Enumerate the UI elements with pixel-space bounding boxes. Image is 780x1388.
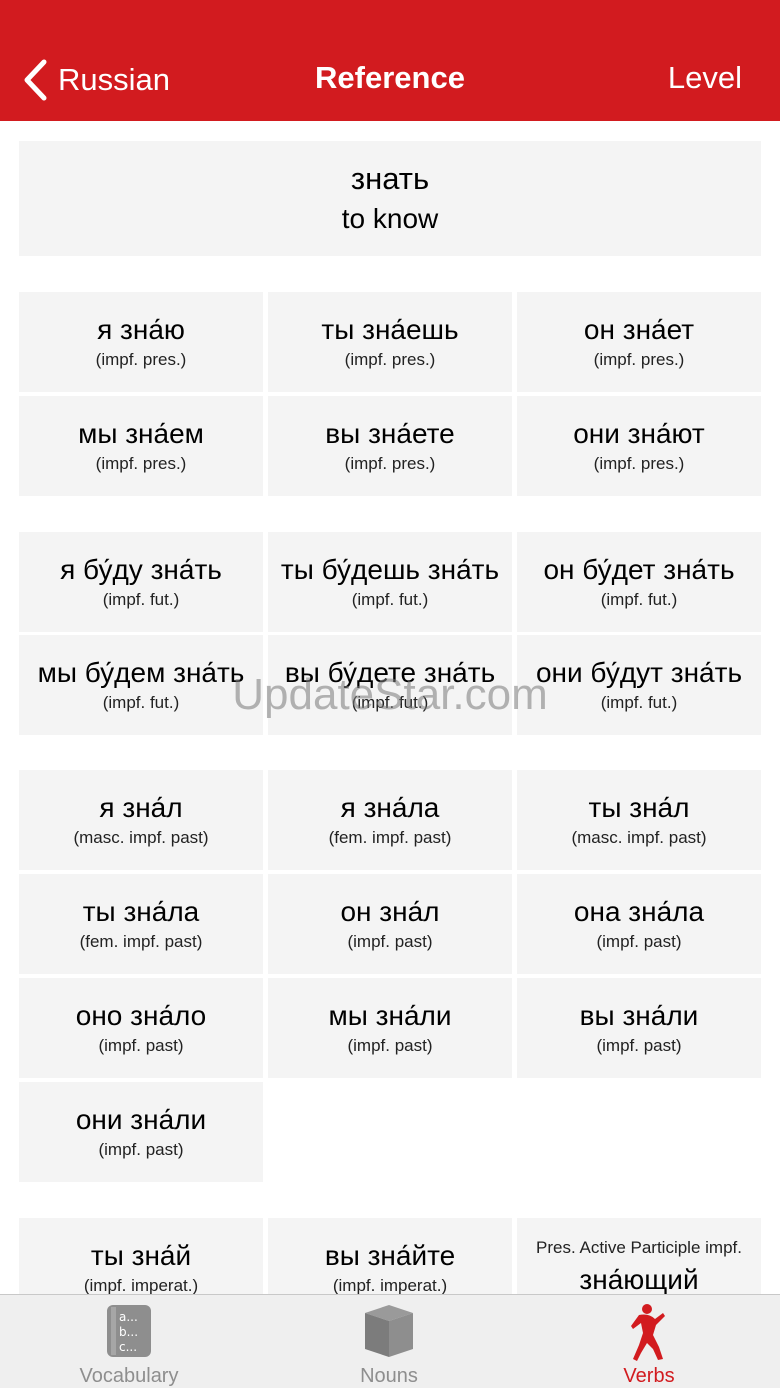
conjugation-label: (impf. past)	[347, 932, 433, 951]
conjugation-form: он зна́ет	[583, 314, 695, 345]
svg-text:c...: c...	[119, 1340, 137, 1354]
conjugation-cell[interactable]: вы зна́йте (impf. imperat.)	[268, 1218, 512, 1294]
conjugation-form: ты зна́л	[588, 792, 690, 823]
conjugation-label: (impf. imperat.)	[83, 1276, 199, 1294]
conjugation-label: (impf. fut.)	[600, 590, 678, 609]
verbs-icon	[631, 1304, 665, 1361]
nouns-icon	[365, 1305, 413, 1357]
conjugation-cell[interactable]: он бу́дет зна́ть (impf. fut.)	[517, 532, 761, 632]
conjugation-form: ты зна́й	[90, 1240, 192, 1271]
tab-label: Nouns	[360, 1365, 418, 1387]
conjugation-form: вы зна́ете	[325, 418, 455, 449]
conjugation-form: вы бу́дете зна́ть	[284, 657, 496, 688]
tab-label: Verbs	[623, 1365, 675, 1387]
conjugation-form: они зна́ли	[75, 1104, 207, 1135]
svg-text:b...: b...	[119, 1325, 138, 1339]
participle-form: зна́ющий	[579, 1264, 699, 1294]
conjugation-form: она зна́ла	[573, 896, 705, 927]
conjugation-label: (impf. pres.)	[593, 350, 685, 369]
page-title: Reference	[315, 60, 465, 95]
conjugation-label: (impf. pres.)	[95, 350, 187, 369]
conjugation-label: (impf. past)	[347, 1036, 433, 1055]
tab-nouns[interactable]: Nouns	[289, 1295, 489, 1388]
conjugation-form: мы зна́ли	[328, 1000, 452, 1031]
conjugation-form: мы бу́дем зна́ть	[37, 657, 245, 688]
verb-infinitive: знать	[350, 161, 430, 196]
conjugation-cell[interactable]: ты зна́ешь (impf. pres.)	[268, 292, 512, 392]
verb-header-card: знать to know	[19, 141, 761, 256]
conjugation-cell[interactable]: оно зна́ло (impf. past)	[19, 978, 263, 1078]
vocabulary-icon: a... b... c...	[107, 1305, 151, 1357]
conjugation-label: (impf. fut.)	[351, 693, 429, 712]
conjugation-form: ты зна́ла	[82, 896, 200, 927]
conjugation-cell[interactable]: они бу́дут зна́ть (impf. fut.)	[517, 635, 761, 735]
conjugation-label: (impf. fut.)	[102, 693, 180, 712]
conjugation-cell[interactable]: вы зна́ете (impf. pres.)	[268, 396, 512, 496]
conjugation-label: (impf. past)	[596, 1036, 682, 1055]
conjugation-form: они зна́ют	[573, 418, 705, 449]
conjugation-label: (impf. pres.)	[593, 454, 685, 473]
conjugation-label: (fem. impf. past)	[79, 932, 203, 951]
conjugation-label: (impf. pres.)	[95, 454, 187, 473]
conjugation-cell[interactable]: они зна́ли (impf. past)	[19, 1082, 263, 1182]
conjugation-cell[interactable]: он зна́ет (impf. pres.)	[517, 292, 761, 392]
conjugation-label: (impf. past)	[596, 932, 682, 951]
conjugation-form: он бу́дет зна́ть	[543, 554, 735, 585]
tab-verbs[interactable]: Verbs	[549, 1295, 749, 1388]
conjugation-cell[interactable]: ты зна́й (impf. imperat.)	[19, 1218, 263, 1294]
conjugation-cell[interactable]: мы зна́ем (impf. pres.)	[19, 396, 263, 496]
conjugation-form: ты зна́ешь	[321, 314, 459, 345]
conjugation-form: оно зна́ло	[75, 1000, 207, 1031]
conjugation-label: (impf. past)	[98, 1036, 184, 1055]
level-button[interactable]: Level	[668, 60, 742, 96]
participle-cell[interactable]: Pres. Active Participle impf. зна́ющий	[517, 1218, 761, 1294]
conjugation-cell[interactable]: она зна́ла (impf. past)	[517, 874, 761, 974]
conjugation-label: (impf. pres.)	[344, 350, 436, 369]
conjugation-cell[interactable]: вы бу́дете зна́ть (impf. fut.)	[268, 635, 512, 735]
conjugation-cell[interactable]: мы зна́ли (impf. past)	[268, 978, 512, 1078]
conjugation-label: (impf. fut.)	[600, 693, 678, 712]
conjugation-cell[interactable]: ты зна́л (masc. impf. past)	[517, 770, 761, 870]
conjugation-cell[interactable]: он зна́л (impf. past)	[268, 874, 512, 974]
participle-label: Pres. Active Participle impf.	[536, 1238, 742, 1257]
conjugation-form: вы зна́ли	[579, 1000, 699, 1031]
conjugation-cell[interactable]: я зна́л (masc. impf. past)	[19, 770, 263, 870]
conjugation-cell[interactable]: вы зна́ли (impf. past)	[517, 978, 761, 1078]
conjugation-form: вы зна́йте	[324, 1240, 456, 1271]
svg-text:a...: a...	[119, 1310, 138, 1324]
conjugation-form: он зна́л	[340, 896, 440, 927]
tab-label: Vocabulary	[79, 1365, 179, 1387]
conjugation-cell[interactable]: мы бу́дем зна́ть (impf. fut.)	[19, 635, 263, 735]
conjugation-label: (impf. pres.)	[344, 454, 436, 473]
conjugation-label: (impf. fut.)	[102, 590, 180, 609]
conjugation-form: мы зна́ем	[78, 418, 204, 449]
conjugation-form: я зна́л	[99, 792, 183, 823]
reference-content[interactable]: знать to know я зна́ю (impf. pres.) ты з…	[0, 121, 780, 1294]
tab-vocabulary[interactable]: a... b... c... Vocabulary	[29, 1295, 229, 1388]
conjugation-form: я зна́ю	[97, 314, 185, 345]
conjugation-form: они бу́дут зна́ть	[535, 657, 743, 688]
verb-translation: to know	[341, 203, 439, 234]
tab-bar: a... b... c... Vocabulary Nouns Verbs	[0, 1294, 780, 1388]
conjugation-label: (impf. imperat.)	[332, 1276, 448, 1294]
conjugation-label: (impf. past)	[98, 1140, 184, 1159]
conjugation-form: ты бу́дешь зна́ть	[280, 554, 500, 585]
conjugation-form: я бу́ду зна́ть	[60, 554, 222, 585]
conjugation-label: (masc. impf. past)	[73, 828, 209, 847]
conjugation-cell[interactable]: я бу́ду зна́ть (impf. fut.)	[19, 532, 263, 632]
conjugation-label: (fem. impf. past)	[328, 828, 452, 847]
conjugation-form: я зна́ла	[340, 792, 440, 823]
conjugation-label: (masc. impf. past)	[571, 828, 707, 847]
conjugation-cell[interactable]: ты бу́дешь зна́ть (impf. fut.)	[268, 532, 512, 632]
navigation-bar: Russian Reference Level	[0, 0, 780, 121]
conjugation-label: (impf. fut.)	[351, 590, 429, 609]
conjugation-cell[interactable]: я зна́ла (fem. impf. past)	[268, 770, 512, 870]
conjugation-cell[interactable]: ты зна́ла (fem. impf. past)	[19, 874, 263, 974]
conjugation-cell[interactable]: они зна́ют (impf. pres.)	[517, 396, 761, 496]
conjugation-cell[interactable]: я зна́ю (impf. pres.)	[19, 292, 263, 392]
